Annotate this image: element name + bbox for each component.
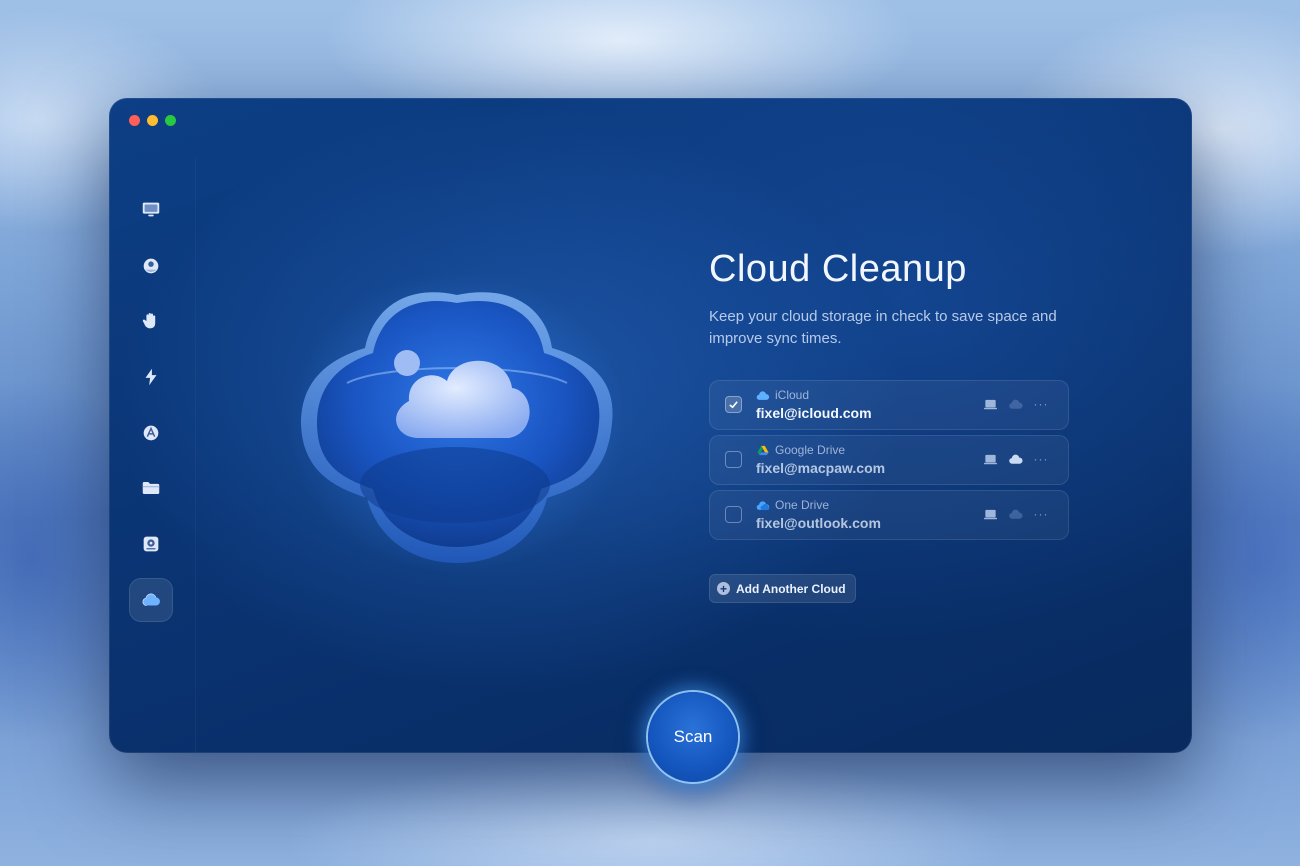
account-email: fixel@macpaw.com <box>756 460 886 476</box>
cloud-sync-icon[interactable] <box>1008 398 1023 411</box>
sidebar-item-privacy[interactable] <box>129 299 173 343</box>
google-drive-icon <box>757 445 769 455</box>
sidebar <box>109 158 196 753</box>
scan-button[interactable]: Scan <box>648 692 738 782</box>
checkmark-icon <box>729 401 738 409</box>
hand-icon <box>142 313 156 329</box>
shield-icon <box>143 258 159 274</box>
row-actions: ··· <box>983 507 1049 521</box>
add-another-cloud-button[interactable]: + Add Another Cloud <box>709 574 856 603</box>
account-email: fixel@icloud.com <box>756 405 872 421</box>
window-controls <box>129 115 176 126</box>
sidebar-item-disk[interactable] <box>129 522 173 566</box>
provider-line: iCloud <box>756 388 809 402</box>
cloud-account-list: iCloud fixel@icloud.com ··· Google Drive… <box>709 380 1069 545</box>
provider-name: iCloud <box>775 388 810 402</box>
more-options-button[interactable]: ··· <box>1033 452 1049 466</box>
cloud-row-onedrive[interactable]: One Drive fixel@outlook.com ··· <box>709 490 1069 540</box>
sidebar-item-applications[interactable] <box>129 411 173 455</box>
close-button[interactable] <box>129 115 140 126</box>
row-actions: ··· <box>983 397 1049 411</box>
provider-name: One Drive <box>775 498 830 512</box>
laptop-icon[interactable] <box>983 398 998 411</box>
google-drive-checkbox[interactable] <box>725 451 742 468</box>
onedrive-icon <box>756 500 770 510</box>
minimize-button[interactable] <box>147 115 158 126</box>
provider-name: Google Drive <box>775 443 846 457</box>
cloud-row-icloud[interactable]: iCloud fixel@icloud.com ··· <box>709 380 1069 430</box>
add-button-label: Add Another Cloud <box>736 581 846 596</box>
lightning-icon <box>145 368 157 386</box>
more-options-button[interactable]: ··· <box>1033 507 1049 521</box>
sidebar-item-protection[interactable] <box>129 244 173 288</box>
provider-line: Google Drive <box>756 443 845 457</box>
cloud-sync-icon[interactable] <box>1008 508 1023 521</box>
row-actions: ··· <box>983 452 1049 466</box>
sidebar-item-files[interactable] <box>129 466 173 510</box>
icloud-icon <box>756 390 770 400</box>
icloud-checkbox[interactable] <box>725 396 742 413</box>
zoom-button[interactable] <box>165 115 176 126</box>
page-title: Cloud Cleanup <box>709 248 967 290</box>
sidebar-item-assistant[interactable] <box>129 744 173 753</box>
sidebar-item-monitor[interactable] <box>129 188 173 232</box>
cloud-row-google-drive[interactable]: Google Drive fixel@macpaw.com ··· <box>709 435 1069 485</box>
sidebar-item-cloud[interactable] <box>129 578 173 622</box>
plus-icon: + <box>717 582 730 595</box>
laptop-icon[interactable] <box>983 453 998 466</box>
folder-icon <box>142 482 160 494</box>
app-window: Cloud Cleanup Keep your cloud storage in… <box>109 98 1192 753</box>
provider-line: One Drive <box>756 498 829 512</box>
sidebar-item-performance[interactable] <box>129 355 173 399</box>
onedrive-checkbox[interactable] <box>725 506 742 523</box>
more-options-button[interactable]: ··· <box>1033 397 1049 411</box>
disk-icon <box>143 536 159 552</box>
account-email: fixel@outlook.com <box>756 515 881 531</box>
cloud-sync-icon[interactable] <box>1008 453 1023 466</box>
laptop-icon[interactable] <box>983 508 998 521</box>
monitor-icon <box>142 202 160 217</box>
page-subtitle: Keep your cloud storage in check to save… <box>709 308 1057 347</box>
cloud-icon <box>142 593 160 606</box>
applications-icon <box>143 425 159 441</box>
cloud-hero-illustration <box>287 273 627 573</box>
